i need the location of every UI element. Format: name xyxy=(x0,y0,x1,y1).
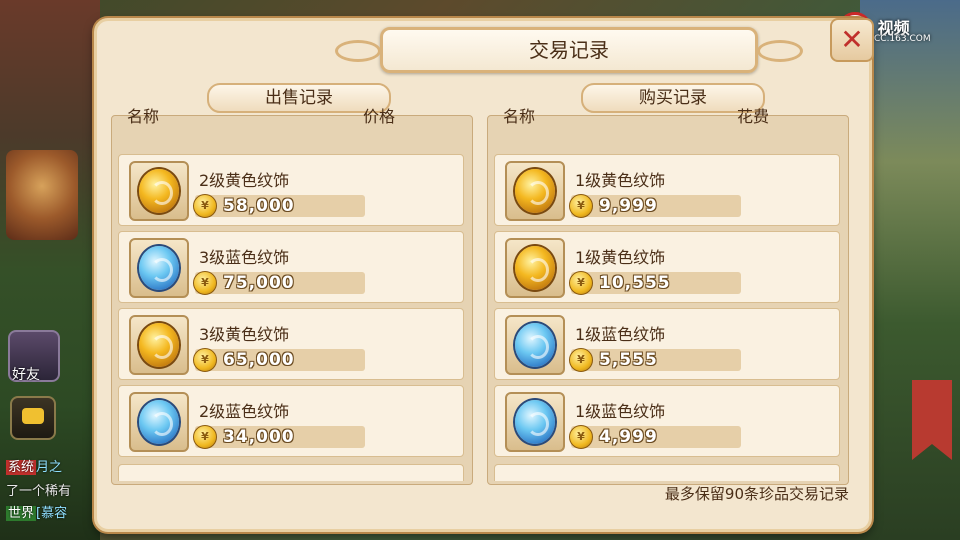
chat-text: 了一个稀有 xyxy=(6,484,72,499)
item-price: 10,555 xyxy=(599,273,671,293)
sell-col-name: 名称 xyxy=(127,107,160,126)
item-icon-frame xyxy=(505,238,565,298)
item-name: 3级黄色纹饰 xyxy=(199,325,290,344)
coin-icon: ¥ xyxy=(569,271,593,295)
item-price: 9,999 xyxy=(599,196,658,216)
item-price: 34,000 xyxy=(223,427,295,447)
list-item[interactable]: 1级黄色纹饰 ¥9,999 xyxy=(494,154,840,226)
yellow-gem-icon xyxy=(139,169,179,213)
close-icon: ✕ xyxy=(840,23,864,56)
window-title: 交易记录 xyxy=(335,27,803,73)
chat-sender[interactable]: 月之 xyxy=(36,460,62,475)
footer-note: 最多保留90条珍品交易记录 xyxy=(664,485,849,503)
chat-tag-world: 世界 xyxy=(6,506,37,521)
chat-icon xyxy=(22,408,44,424)
item-price: 58,000 xyxy=(223,196,295,216)
price-bar: ¥75,000 xyxy=(193,271,365,295)
coin-icon: ¥ xyxy=(193,348,217,372)
buy-col-name: 名称 xyxy=(503,107,536,126)
blue-gem-icon xyxy=(515,400,555,444)
price-bar: ¥10,555 xyxy=(569,271,741,295)
sell-col-price: 价格 xyxy=(363,107,396,126)
drum-tower xyxy=(6,150,78,240)
chat-line: 世界 [慕容 xyxy=(6,502,67,521)
item-icon-frame xyxy=(129,238,189,298)
chat-button[interactable] xyxy=(10,396,56,440)
yellow-gem-icon xyxy=(139,323,179,367)
coin-icon: ¥ xyxy=(569,348,593,372)
coin-icon: ¥ xyxy=(569,194,593,218)
item-name: 1级蓝色纹饰 xyxy=(575,325,666,344)
cc-url: CC.163.COM xyxy=(874,34,931,44)
item-icon-frame xyxy=(505,315,565,375)
item-price: 5,555 xyxy=(599,350,658,370)
item-name: 1级蓝色纹饰 xyxy=(575,402,666,421)
game-scene-right xyxy=(860,0,960,540)
item-price: 75,000 xyxy=(223,273,295,293)
blue-gem-icon xyxy=(139,400,179,444)
item-name: 1级黄色纹饰 xyxy=(575,248,666,267)
chat-line: 系统 月之 xyxy=(6,456,62,475)
item-icon-frame xyxy=(505,392,565,452)
coin-icon: ¥ xyxy=(569,425,593,449)
buy-record-list[interactable]: 1级黄色纹饰 ¥9,999 1级黄色纹饰 ¥10,555 1级蓝色纹饰 ¥5,5… xyxy=(487,115,849,485)
item-icon-frame xyxy=(505,161,565,221)
item-name: 2级黄色纹饰 xyxy=(199,171,290,190)
close-button[interactable]: ✕ xyxy=(830,18,874,62)
item-price: 65,000 xyxy=(223,350,295,370)
list-item[interactable]: 3级蓝色纹饰 ¥75,000 xyxy=(118,231,464,303)
price-bar: ¥9,999 xyxy=(569,194,741,218)
list-item-partial[interactable] xyxy=(494,464,840,481)
list-item[interactable]: 1级蓝色纹饰 ¥4,999 xyxy=(494,385,840,457)
item-name: 3级蓝色纹饰 xyxy=(199,248,290,267)
item-name: 1级黄色纹饰 xyxy=(575,171,666,190)
sell-record-list[interactable]: 2级黄色纹饰 ¥58,000 3级蓝色纹饰 ¥75,000 3级黄色纹饰 ¥65… xyxy=(111,115,473,485)
item-icon-frame xyxy=(129,315,189,375)
coin-icon: ¥ xyxy=(193,194,217,218)
buy-col-cost: 花费 xyxy=(737,107,770,126)
price-bar: ¥4,999 xyxy=(569,425,741,449)
list-item[interactable]: 2级黄色纹饰 ¥58,000 xyxy=(118,154,464,226)
chat-tag-system: 系统 xyxy=(6,460,37,475)
item-price: 4,999 xyxy=(599,427,658,447)
blue-gem-icon xyxy=(139,246,179,290)
chat-line: 了一个稀有 xyxy=(6,480,71,499)
list-item[interactable]: 2级蓝色纹饰 ¥34,000 xyxy=(118,385,464,457)
yellow-gem-icon xyxy=(515,169,555,213)
yellow-gem-icon xyxy=(515,246,555,290)
coin-icon: ¥ xyxy=(193,271,217,295)
blue-gem-icon xyxy=(515,323,555,367)
item-icon-frame xyxy=(129,161,189,221)
trade-record-panel: 交易记录 出售记录 2级黄色纹饰 ¥58,000 3级蓝色纹饰 ¥75,000 … xyxy=(94,18,872,532)
coin-icon: ¥ xyxy=(193,425,217,449)
chat-sender[interactable]: [慕容 xyxy=(36,506,67,521)
friends-label: 好友 xyxy=(12,367,40,383)
price-bar: ¥5,555 xyxy=(569,348,741,372)
price-bar: ¥65,000 xyxy=(193,348,365,372)
list-item[interactable]: 1级黄色纹饰 ¥10,555 xyxy=(494,231,840,303)
price-bar: ¥58,000 xyxy=(193,194,365,218)
item-icon-frame xyxy=(129,392,189,452)
list-item[interactable]: 3级黄色纹饰 ¥65,000 xyxy=(118,308,464,380)
item-name: 2级蓝色纹饰 xyxy=(199,402,290,421)
list-item-partial[interactable] xyxy=(118,464,464,481)
price-bar: ¥34,000 xyxy=(193,425,365,449)
list-item[interactable]: 1级蓝色纹饰 ¥5,555 xyxy=(494,308,840,380)
